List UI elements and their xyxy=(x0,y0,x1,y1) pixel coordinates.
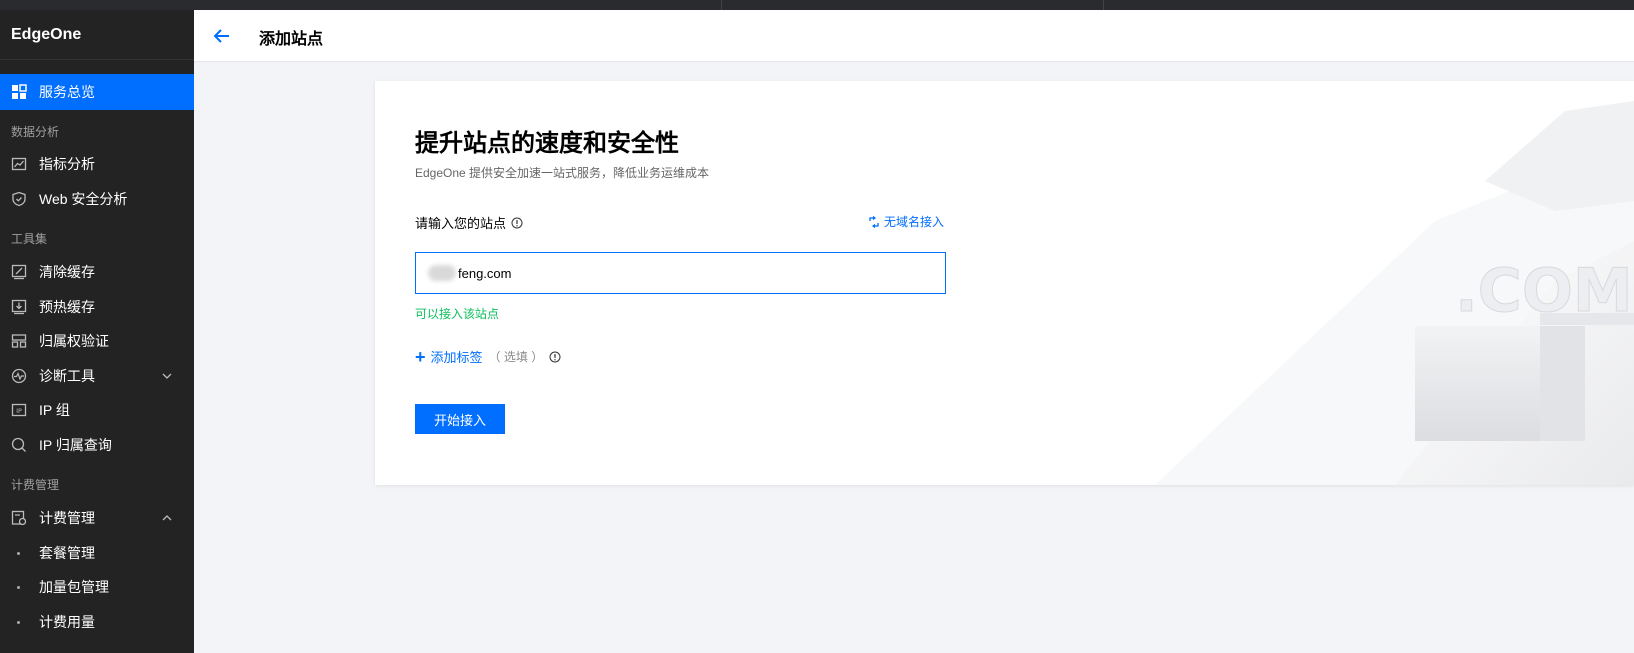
field-label-text: 请输入您的站点 xyxy=(415,216,507,231)
sidebar-item-web-security[interactable]: Web 安全分析 xyxy=(0,181,194,217)
sidebar-item-ownership-verify[interactable]: 归属权验证 xyxy=(0,323,194,359)
domain-illustration: .COM xyxy=(1155,101,1634,485)
add-site-card: .COM 提升站点的速度和安全性 EdgeOne 提供安全加速一站式服务，降低业… xyxy=(375,81,1634,485)
site-domain-input[interactable]: feng.com xyxy=(415,252,946,294)
sidebar-item-prefetch-cache[interactable]: 预热缓存 xyxy=(0,289,194,325)
search-icon xyxy=(11,437,27,453)
plus-icon: + xyxy=(415,346,426,367)
page-header: 添加站点 xyxy=(194,10,1634,62)
download-icon xyxy=(11,299,27,315)
svg-text:IP: IP xyxy=(16,407,22,415)
sidebar-item-overview[interactable]: 服务总览 xyxy=(0,74,194,110)
sidebar-subitem-package[interactable]: 套餐管理 xyxy=(0,535,194,571)
sidebar-subitem-usage[interactable]: 计费用量 xyxy=(0,604,194,640)
sidebar-item-billing[interactable]: 计费管理 xyxy=(0,500,194,536)
input-value: feng.com xyxy=(458,265,512,281)
sidebar-item-label: 计费用量 xyxy=(39,614,95,630)
switch-link-label: 无域名接入 xyxy=(884,215,945,229)
add-tag-label: 添加标签 xyxy=(430,350,483,365)
page-title: 添加站点 xyxy=(259,31,324,48)
sidebar-subitem-addon[interactable]: 加量包管理 xyxy=(0,569,194,605)
optional-hint: （ 选填 ） xyxy=(488,350,544,364)
shield-icon xyxy=(11,191,27,207)
billing-icon xyxy=(11,510,27,526)
top-bar xyxy=(0,0,1634,10)
sidebar-item-label: IP 归属查询 xyxy=(39,437,112,453)
section-tools: 工具集 xyxy=(11,232,48,246)
sidebar-item-label: 预热缓存 xyxy=(39,299,95,315)
sidebar-item-label: IP 组 xyxy=(39,402,70,418)
sidebar-item-label: Web 安全分析 xyxy=(39,191,128,207)
sidebar-item-label: 加量包管理 xyxy=(39,579,109,595)
validation-success-message: 可以接入该站点 xyxy=(415,307,500,321)
card-heading: 提升站点的速度和安全性 xyxy=(415,130,679,157)
sidebar-item-label: 套餐管理 xyxy=(39,545,95,561)
sidebar-item-label: 指标分析 xyxy=(39,156,95,172)
start-access-button[interactable]: 开始接入 xyxy=(415,404,505,434)
info-icon[interactable] xyxy=(549,351,561,363)
clear-cache-icon xyxy=(11,264,27,280)
sidebar-item-ip-group[interactable]: IP IP 组 xyxy=(0,392,194,428)
bullet-icon xyxy=(17,586,20,589)
chart-icon xyxy=(11,156,27,172)
brand-logo: EdgeOne xyxy=(0,10,194,60)
grid-icon xyxy=(11,84,27,100)
sidebar-item-label: 归属权验证 xyxy=(39,333,109,349)
section-data-analysis: 数据分析 xyxy=(11,125,60,139)
sidebar-item-ip-lookup[interactable]: IP 归属查询 xyxy=(0,427,194,463)
sidebar-item-diagnostics[interactable]: 诊断工具 xyxy=(0,358,194,394)
sidebar-item-metrics[interactable]: 指标分析 xyxy=(0,146,194,182)
no-domain-access-link[interactable]: 无域名接入 xyxy=(868,213,944,230)
info-icon[interactable] xyxy=(511,217,523,229)
add-tag-link[interactable]: + 添加标签 （ 选填 ） xyxy=(415,347,561,366)
bullet-icon xyxy=(17,621,20,624)
sidebar: EdgeOne 服务总览 数据分析 指标分析 Web 安全分析 工具集 清除缓存… xyxy=(0,10,194,653)
redacted-text xyxy=(428,265,456,281)
sidebar-item-label: 清除缓存 xyxy=(39,264,95,280)
bullet-icon xyxy=(17,552,20,555)
pulse-icon xyxy=(11,368,27,384)
sidebar-item-label: 诊断工具 xyxy=(39,368,95,384)
verify-icon xyxy=(11,333,27,349)
site-field-label: 请输入您的站点 xyxy=(415,213,523,232)
switch-icon xyxy=(869,215,879,228)
chevron-down-icon xyxy=(162,373,172,379)
sidebar-item-clear-cache[interactable]: 清除缓存 xyxy=(0,254,194,290)
card-subtitle: EdgeOne 提供安全加速一站式服务，降低业务运维成本 xyxy=(415,166,710,180)
chevron-up-icon xyxy=(162,515,172,521)
section-billing: 计费管理 xyxy=(11,478,60,492)
sidebar-item-label: 计费管理 xyxy=(39,510,95,526)
back-arrow-icon[interactable] xyxy=(212,26,232,46)
ip-icon: IP xyxy=(11,402,27,418)
sidebar-item-label: 服务总览 xyxy=(39,84,95,100)
